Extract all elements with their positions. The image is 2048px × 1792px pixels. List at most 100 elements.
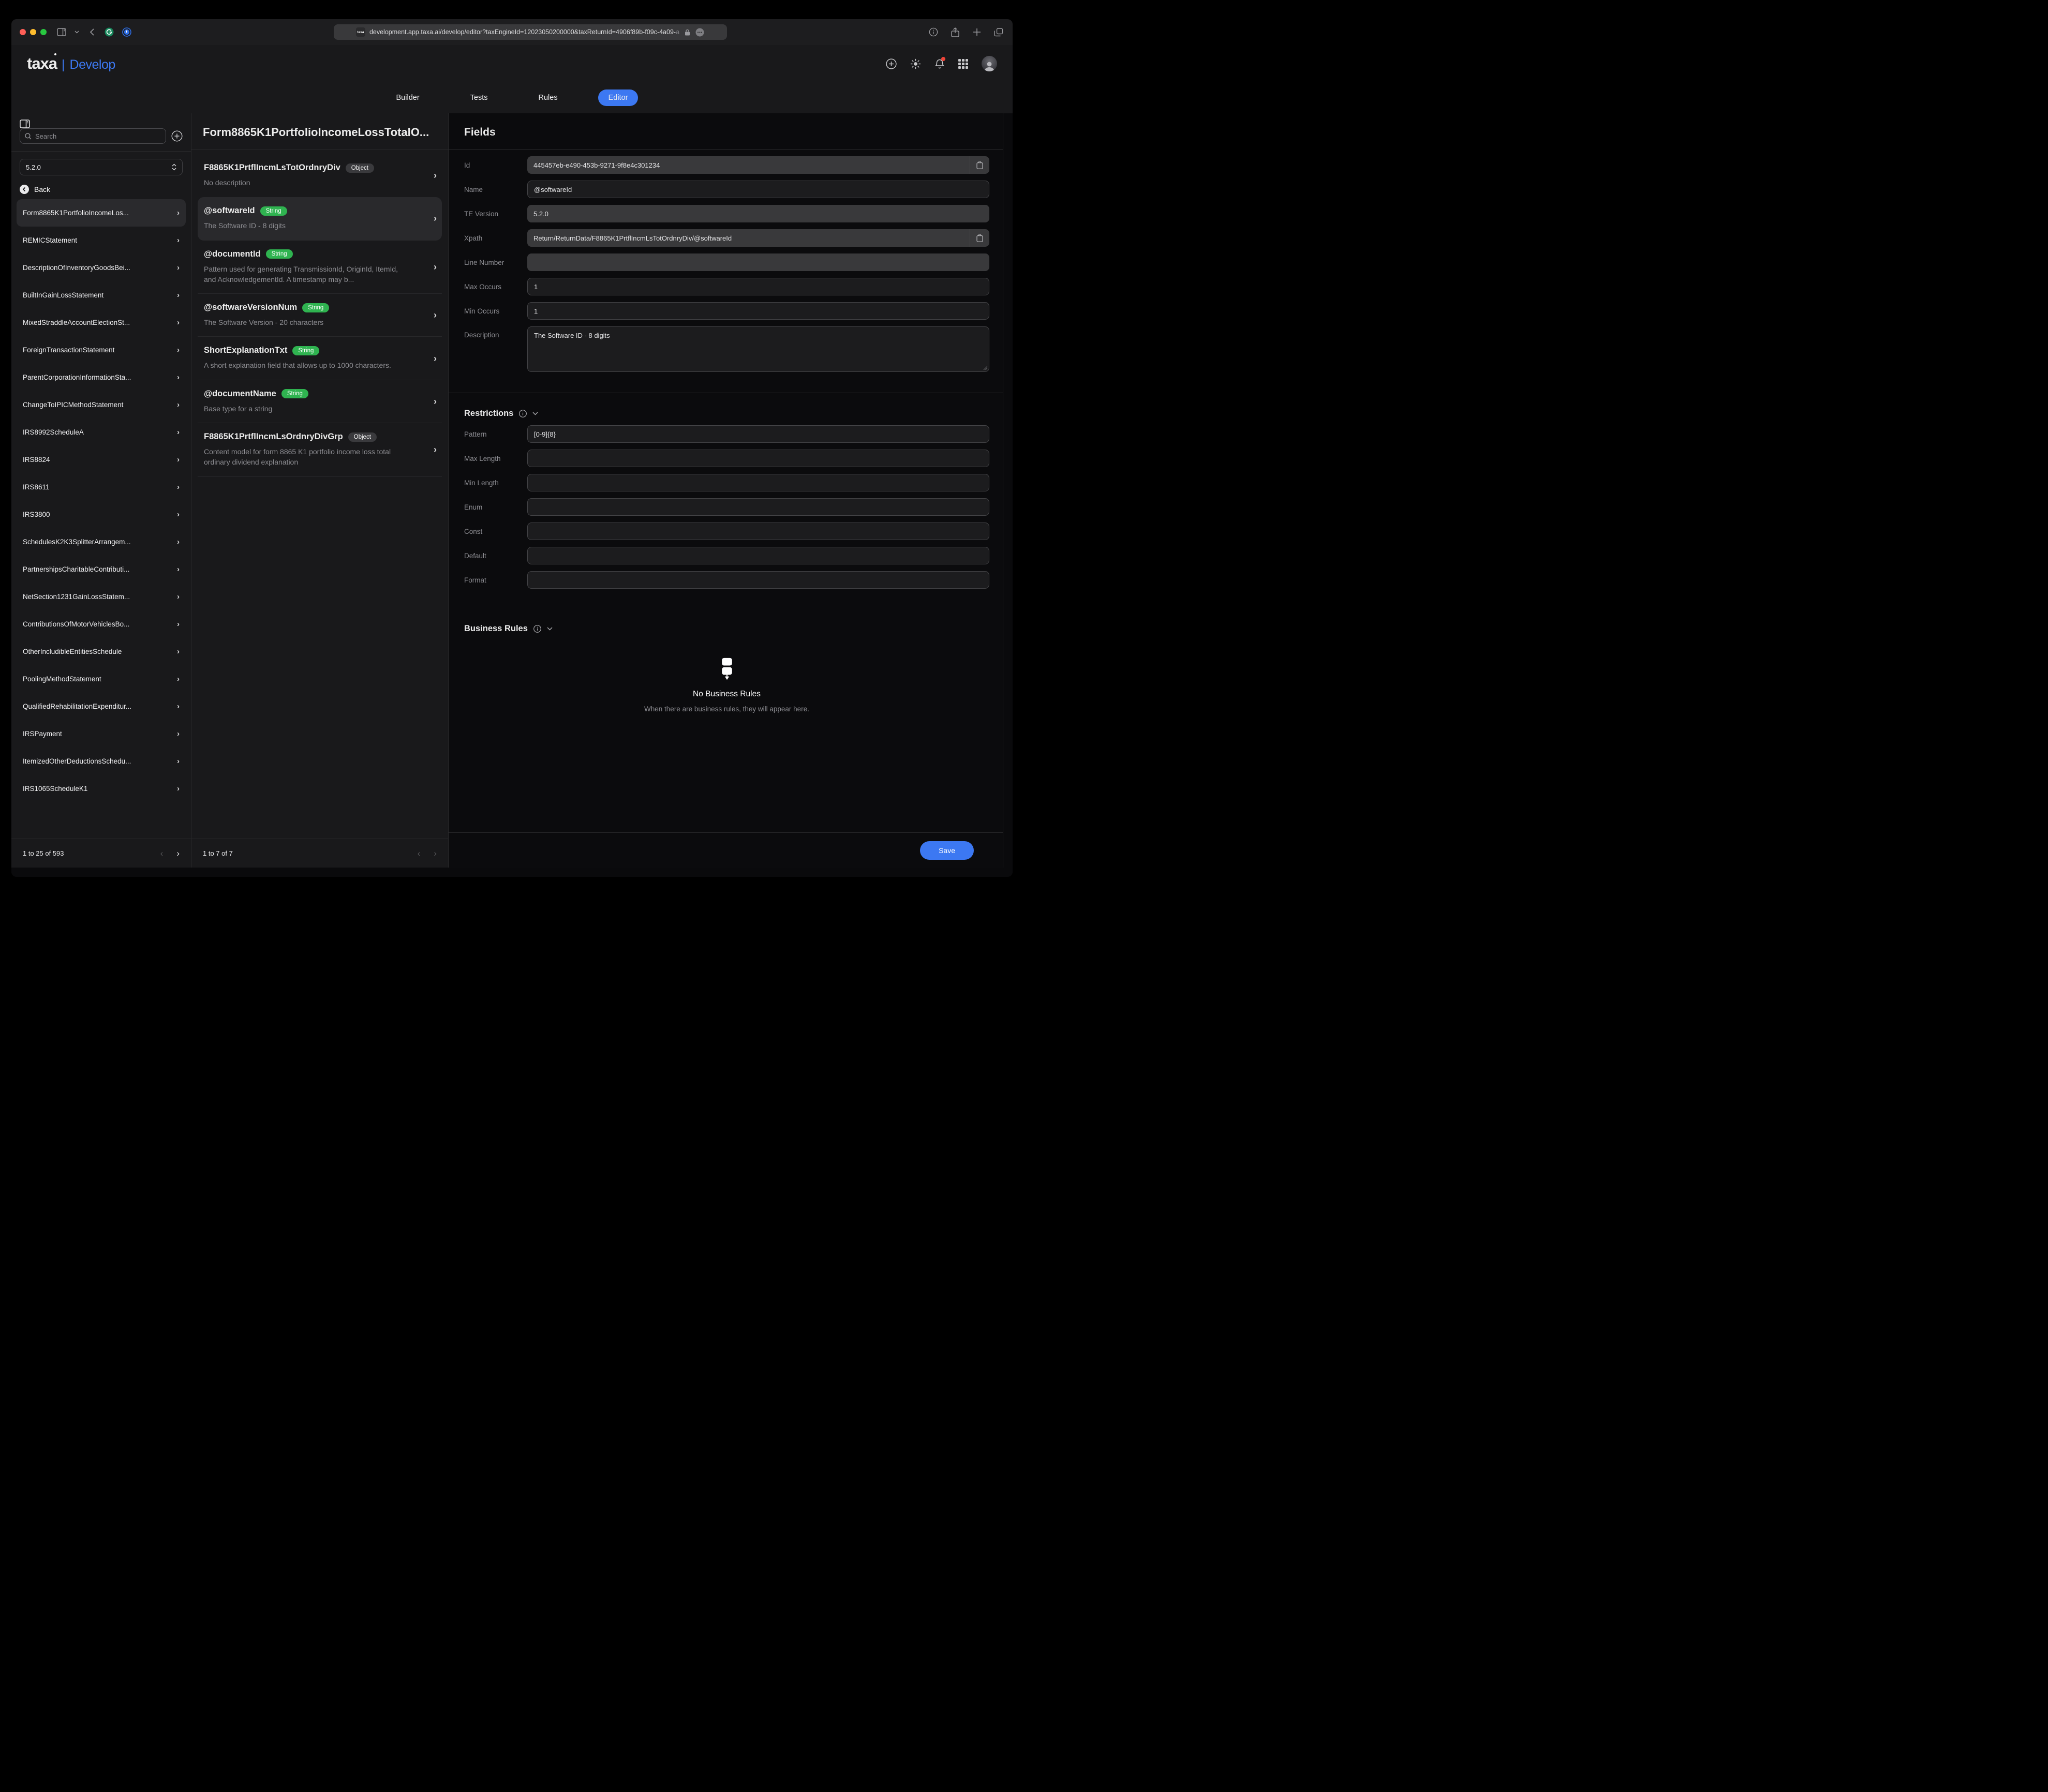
- resize-handle-icon[interactable]: [983, 366, 987, 370]
- user-avatar[interactable]: [982, 56, 997, 71]
- back-button[interactable]: Back: [20, 185, 183, 194]
- description-textarea[interactable]: [528, 327, 989, 371]
- sidebar-item-label: SchedulesK2K3SplitterArrangem...: [23, 538, 177, 546]
- tab-builder[interactable]: Builder: [386, 89, 430, 106]
- address-bar[interactable]: taxa development.app.taxa.ai/develop/edi…: [334, 24, 727, 40]
- sidebar-item[interactable]: BuiltInGainLossStatement›: [17, 281, 186, 309]
- field-description: A short explanation field that allows up…: [204, 360, 406, 370]
- max-occurs-input[interactable]: [528, 278, 989, 295]
- theme-toggle-icon[interactable]: [910, 58, 921, 69]
- enum-input[interactable]: [528, 499, 989, 515]
- close-window-button[interactable]: [20, 29, 26, 35]
- name-input[interactable]: [528, 181, 989, 198]
- reader-options-icon[interactable]: [695, 26, 704, 38]
- max-length-input[interactable]: [528, 450, 989, 467]
- schema-list: Form8865K1PortfolioIncomeLos...›REMICSta…: [11, 197, 191, 839]
- sidebar-item[interactable]: Form8865K1PortfolioIncomeLos...›: [17, 199, 186, 227]
- te-version-input[interactable]: [527, 205, 989, 222]
- notifications-bell-icon[interactable]: [934, 58, 945, 69]
- info-icon[interactable]: [533, 625, 541, 633]
- add-schema-icon[interactable]: [171, 130, 183, 142]
- field-list-item[interactable]: ShortExplanationTxtStringA short explana…: [198, 337, 442, 380]
- back-arrow-icon: [20, 185, 29, 194]
- sidebar-item[interactable]: REMICStatement›: [17, 227, 186, 254]
- collapse-sidebar-icon[interactable]: [20, 120, 183, 128]
- sidebar-item[interactable]: ForeignTransactionStatement›: [17, 336, 186, 364]
- const-input[interactable]: [528, 523, 989, 540]
- sidebar-item[interactable]: ContributionsOfMotorVehiclesBo...›: [17, 610, 186, 638]
- tab-rules[interactable]: Rules: [528, 89, 568, 106]
- sidebar-item[interactable]: NetSection1231GainLossStatem...›: [17, 583, 186, 610]
- sidebar-item[interactable]: PoolingMethodStatement›: [17, 665, 186, 693]
- sidebar-item[interactable]: OtherIncludibleEntitiesSchedule›: [17, 638, 186, 665]
- info-icon[interactable]: [519, 410, 527, 417]
- sidebar-item[interactable]: ItemizedOtherDeductionsSchedu...›: [17, 748, 186, 775]
- onepassword-extension-icon[interactable]: [121, 26, 132, 38]
- tab-tests[interactable]: Tests: [460, 89, 498, 106]
- version-select[interactable]: 5.2.0: [20, 159, 183, 175]
- field-label: Pattern: [464, 430, 527, 438]
- collapse-section-icon[interactable]: [547, 627, 553, 631]
- clipboard-icon: [976, 234, 983, 242]
- sidebar-item[interactable]: IRS8611›: [17, 473, 186, 501]
- minimize-window-button[interactable]: [30, 29, 36, 35]
- field-list-item[interactable]: @documentIdStringPattern used for genera…: [198, 241, 442, 294]
- apps-grid-icon[interactable]: [958, 59, 968, 69]
- chevron-right-icon: ›: [434, 262, 437, 272]
- sidebar-item[interactable]: DescriptionOfInventoryGoodsBei...›: [17, 254, 186, 281]
- format-input[interactable]: [528, 572, 989, 588]
- sidebar-item[interactable]: QualifiedRehabilitationExpenditur...›: [17, 693, 186, 720]
- chevron-right-icon: ›: [177, 757, 180, 765]
- min-occurs-input[interactable]: [528, 303, 989, 319]
- id-input[interactable]: [527, 156, 970, 174]
- chevron-right-icon: ›: [177, 291, 180, 299]
- pagination-prev-icon[interactable]: ‹: [418, 849, 421, 858]
- min-length-input[interactable]: [528, 474, 989, 491]
- xpath-input[interactable]: [527, 229, 970, 247]
- sidebar-item[interactable]: IRS8992ScheduleA›: [17, 419, 186, 446]
- form-row: Max Occurs: [464, 278, 989, 295]
- sidebar-item[interactable]: PartnershipsCharitableContributi...›: [17, 556, 186, 583]
- line-number-input[interactable]: [527, 253, 989, 271]
- sidebar-item-label: ForeignTransactionStatement: [23, 346, 177, 354]
- sidebar-item[interactable]: IRS3800›: [17, 501, 186, 528]
- sidebar-item[interactable]: MixedStraddleAccountElectionSt...›: [17, 309, 186, 336]
- sidebar-item[interactable]: IRS8824›: [17, 446, 186, 473]
- default-input[interactable]: [528, 547, 989, 564]
- fields-panel-title: Fields: [449, 113, 1003, 150]
- empty-state-title: No Business Rules: [693, 690, 761, 699]
- pagination-prev-icon[interactable]: ‹: [160, 849, 164, 858]
- field-list-item[interactable]: F8865K1PrtflIncmLsTotOrdnryDivObjectNo d…: [198, 154, 442, 197]
- zoom-window-button[interactable]: [40, 29, 47, 35]
- field-list-item[interactable]: @softwareIdStringThe Software ID - 8 dig…: [198, 197, 442, 240]
- pagination-next-icon[interactable]: ›: [434, 849, 437, 858]
- field-label: Min Length: [464, 479, 527, 487]
- field-name: ShortExplanationTxt: [204, 346, 287, 355]
- new-tab-icon[interactable]: [971, 26, 983, 38]
- copy-button[interactable]: [970, 229, 989, 247]
- pattern-input[interactable]: [528, 426, 989, 442]
- chevron-down-icon[interactable]: [73, 26, 80, 38]
- sidebar-item[interactable]: IRS1065ScheduleK1›: [17, 775, 186, 802]
- field-list-item[interactable]: F8865K1PrtflIncmLsOrdnryDivGrpObjectCont…: [198, 423, 442, 477]
- page-info-icon[interactable]: [928, 26, 939, 38]
- sidebar-item[interactable]: SchedulesK2K3SplitterArrangem...›: [17, 528, 186, 556]
- tab-overview-icon[interactable]: [993, 26, 1004, 38]
- sidebar-item[interactable]: ParentCorporationInformationSta...›: [17, 364, 186, 391]
- field-list-item[interactable]: @softwareVersionNumStringThe Software Ve…: [198, 294, 442, 337]
- browser-sidebar-icon[interactable]: [56, 26, 67, 38]
- grammarly-extension-icon[interactable]: [103, 26, 115, 38]
- save-button[interactable]: Save: [920, 841, 974, 860]
- sidebar-item[interactable]: ChangeToIPICMethodStatement›: [17, 391, 186, 419]
- field-list-item[interactable]: @documentNameStringBase type for a strin…: [198, 380, 442, 423]
- back-navigation-icon[interactable]: [86, 26, 97, 38]
- share-icon[interactable]: [949, 26, 961, 38]
- sidebar-item[interactable]: IRSPayment›: [17, 720, 186, 748]
- add-new-icon[interactable]: [886, 58, 897, 69]
- collapse-section-icon[interactable]: [532, 412, 538, 415]
- empty-state-subtitle: When there are business rules, they will…: [644, 705, 809, 713]
- search-input[interactable]: [35, 132, 161, 140]
- tab-editor[interactable]: Editor: [598, 89, 639, 106]
- pagination-next-icon[interactable]: ›: [176, 849, 180, 858]
- copy-button[interactable]: [970, 156, 989, 174]
